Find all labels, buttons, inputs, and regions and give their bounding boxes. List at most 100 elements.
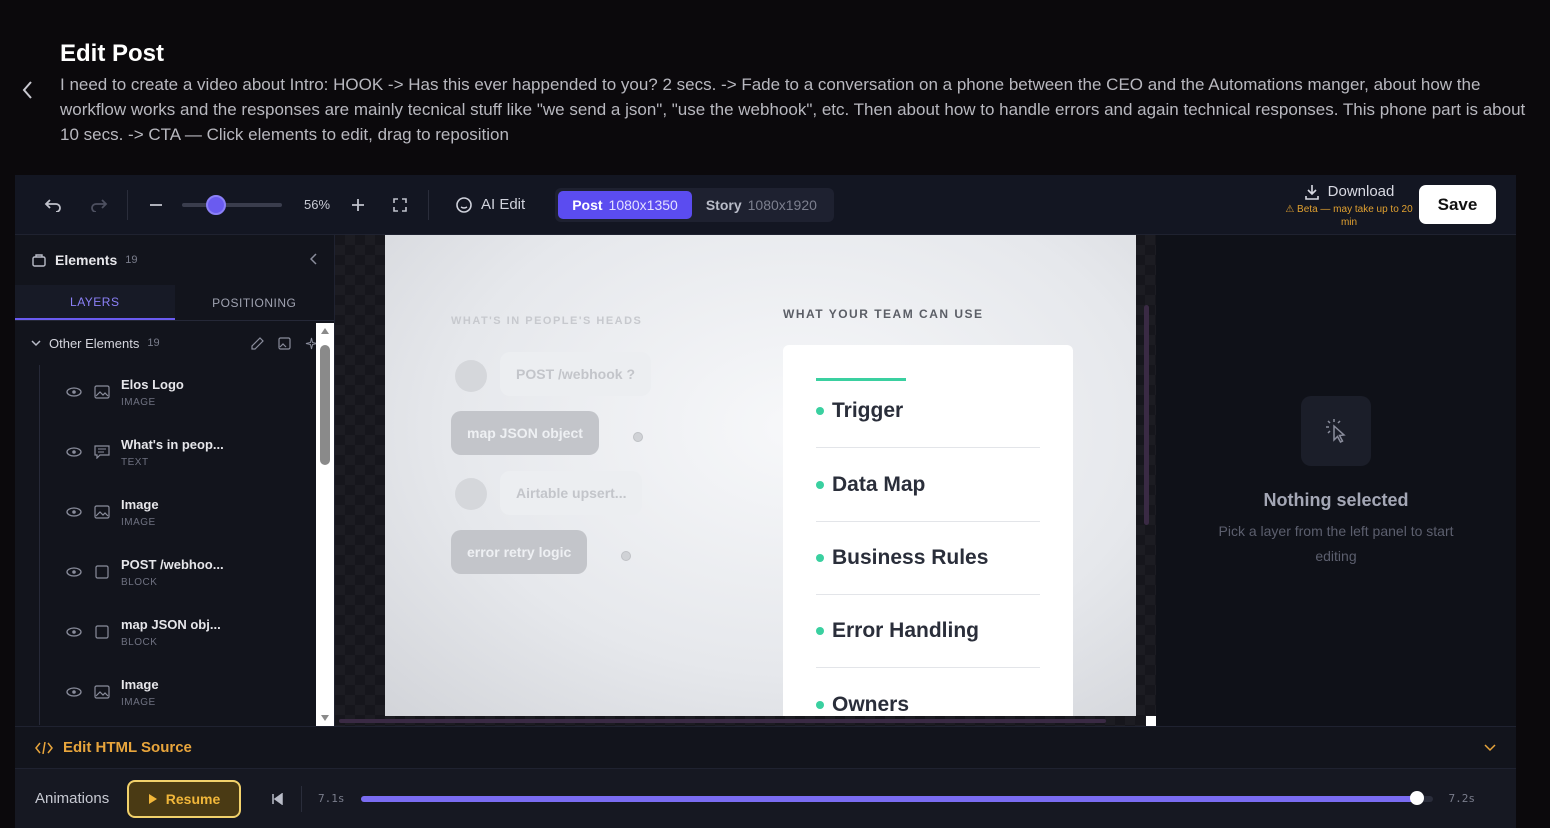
resume-button[interactable]: Resume [127,779,241,818]
post-canvas[interactable]: WHAT'S IN PEOPLE'S HEADS POST /webhook ?… [385,235,1136,716]
editor-toolbar: 56% AI Edit Post 1080x1350 Story 1080x1920… [15,175,1516,235]
layer-item[interactable]: POST /webhoo... BLOCK [15,545,334,605]
layer-type: IMAGE [121,697,156,708]
elements-tabs: LAYERS POSITIONING [15,285,334,321]
team-card[interactable]: Trigger Data Map Business Rules Error Ha… [783,345,1073,716]
chat-bubble[interactable]: Airtable upsert... [500,471,643,515]
layer-type: BLOCK [121,577,158,588]
save-button[interactable]: Save [1419,185,1496,224]
scroll-up-icon[interactable] [320,327,330,335]
skip-back-icon [272,792,283,805]
team-item[interactable]: Owners [816,668,1040,716]
ai-edit-button[interactable]: AI Edit [441,196,539,214]
tab-positioning[interactable]: POSITIONING [175,285,335,320]
format-story-size: 1080x1920 [747,196,817,213]
status-dot [621,551,631,561]
ai-edit-label: AI Edit [481,196,526,213]
inspector-panel: Nothing selected Pick a layer from the l… [1156,235,1516,726]
team-item-label: Error Handling [832,619,980,642]
zoom-slider[interactable] [182,194,282,215]
undo-button[interactable] [37,189,69,221]
text-icon [93,443,111,461]
eye-icon[interactable] [65,623,83,641]
avatar[interactable] [455,360,487,392]
edit-icon[interactable] [251,336,264,350]
timeline-scrubber[interactable] [360,790,1433,805]
canvas-horizontal-scrollbar[interactable] [339,719,1106,723]
eye-icon[interactable] [65,683,83,701]
team-item[interactable]: Error Handling [816,595,1040,668]
layer-text: What's in peop... TEXT [121,437,224,468]
canvas-resize-handle[interactable] [1146,716,1156,726]
chat-bubble[interactable]: error retry logic [451,530,588,574]
layer-item[interactable]: Elos Logo IMAGE [15,365,334,425]
scroll-down-icon[interactable] [320,714,330,722]
edit-html-source-toggle[interactable]: Edit HTML Source [15,726,1516,768]
bullet-icon [816,700,824,709]
redo-button[interactable] [83,189,115,221]
eye-icon[interactable] [65,443,83,461]
layer-text: POST /webhoo... BLOCK [121,557,224,588]
chevron-left-icon [22,81,32,99]
heads-label[interactable]: WHAT'S IN PEOPLE'S HEADS [451,315,642,327]
edit-html-source-label: Edit HTML Source [63,739,192,756]
nothing-selected-description: Pick a layer from the left panel to star… [1218,523,1454,564]
tab-layers[interactable]: LAYERS [15,285,175,320]
back-button[interactable] [16,78,40,102]
chevron-down-icon [31,340,41,347]
restart-button[interactable] [261,783,293,815]
collapse-panel-button[interactable] [309,252,318,268]
team-item-label: Data Map [832,473,926,496]
tree-line [39,665,40,725]
team-item-label: Business Rules [832,546,989,569]
format-post-button[interactable]: Post 1080x1350 [558,190,692,219]
canvas-area[interactable]: WHAT'S IN PEOPLE'S HEADS POST /webhook ?… [335,235,1156,726]
team-item[interactable]: Trigger [816,375,1040,448]
cursor-click-icon [1301,396,1371,466]
zoom-in-button[interactable] [342,189,374,221]
team-item-label: Trigger [832,399,904,422]
layer-text: Elos Logo IMAGE [121,377,184,408]
zoom-value: 56% [303,197,331,212]
format-story-label: Story [705,196,742,213]
layer-name: POST /webhoo... [121,557,224,572]
tree-line [39,545,40,605]
layer-item[interactable]: Image IMAGE [15,485,334,545]
fit-screen-button[interactable] [384,189,416,221]
format-post-label: Post [572,196,603,213]
download-button[interactable]: Download [1279,183,1419,200]
format-switcher: Post 1080x1350 Story 1080x1920 [555,187,834,222]
format-story-button[interactable]: Story 1080x1920 [692,191,831,219]
team-item[interactable]: Data Map [816,449,1040,522]
avatar[interactable] [455,478,487,510]
image-add-icon[interactable] [278,336,291,350]
layers-scrollbar[interactable] [316,323,334,726]
download-icon [1304,184,1319,200]
eye-icon[interactable] [65,503,83,521]
layer-item[interactable]: map JSON obj... BLOCK [15,605,334,665]
layers-icon [32,254,46,267]
elements-panel: Elements 19 LAYERS POSITIONING Other Ele… [15,235,335,726]
layers-scrollbar-thumb[interactable] [320,345,330,465]
team-item[interactable]: Business Rules [816,522,1040,595]
tree-line [39,485,40,545]
zoom-out-button[interactable] [140,189,172,221]
zoom-slider-thumb[interactable] [206,194,226,215]
ai-sparkle-icon [456,196,472,213]
chat-bubble[interactable]: map JSON object [451,411,599,455]
layer-name: What's in peop... [121,437,224,452]
team-label[interactable]: WHAT YOUR TEAM CAN USE [783,307,984,321]
canvas-vertical-scrollbar[interactable] [1144,305,1149,525]
eye-icon[interactable] [65,563,83,581]
timeline-progress [360,795,1418,802]
layer-item[interactable]: Image IMAGE [15,665,334,725]
group-other-elements[interactable]: Other Elements 19 [15,321,334,365]
group-actions [251,336,318,350]
block-icon [93,563,111,581]
layer-item[interactable]: What's in peop... TEXT [15,425,334,485]
timeline-thumb[interactable] [1410,790,1425,805]
layer-name: Image [121,677,159,692]
chat-bubble[interactable]: POST /webhook ? [500,352,652,396]
tree-line [39,365,40,425]
eye-icon[interactable] [65,383,83,401]
